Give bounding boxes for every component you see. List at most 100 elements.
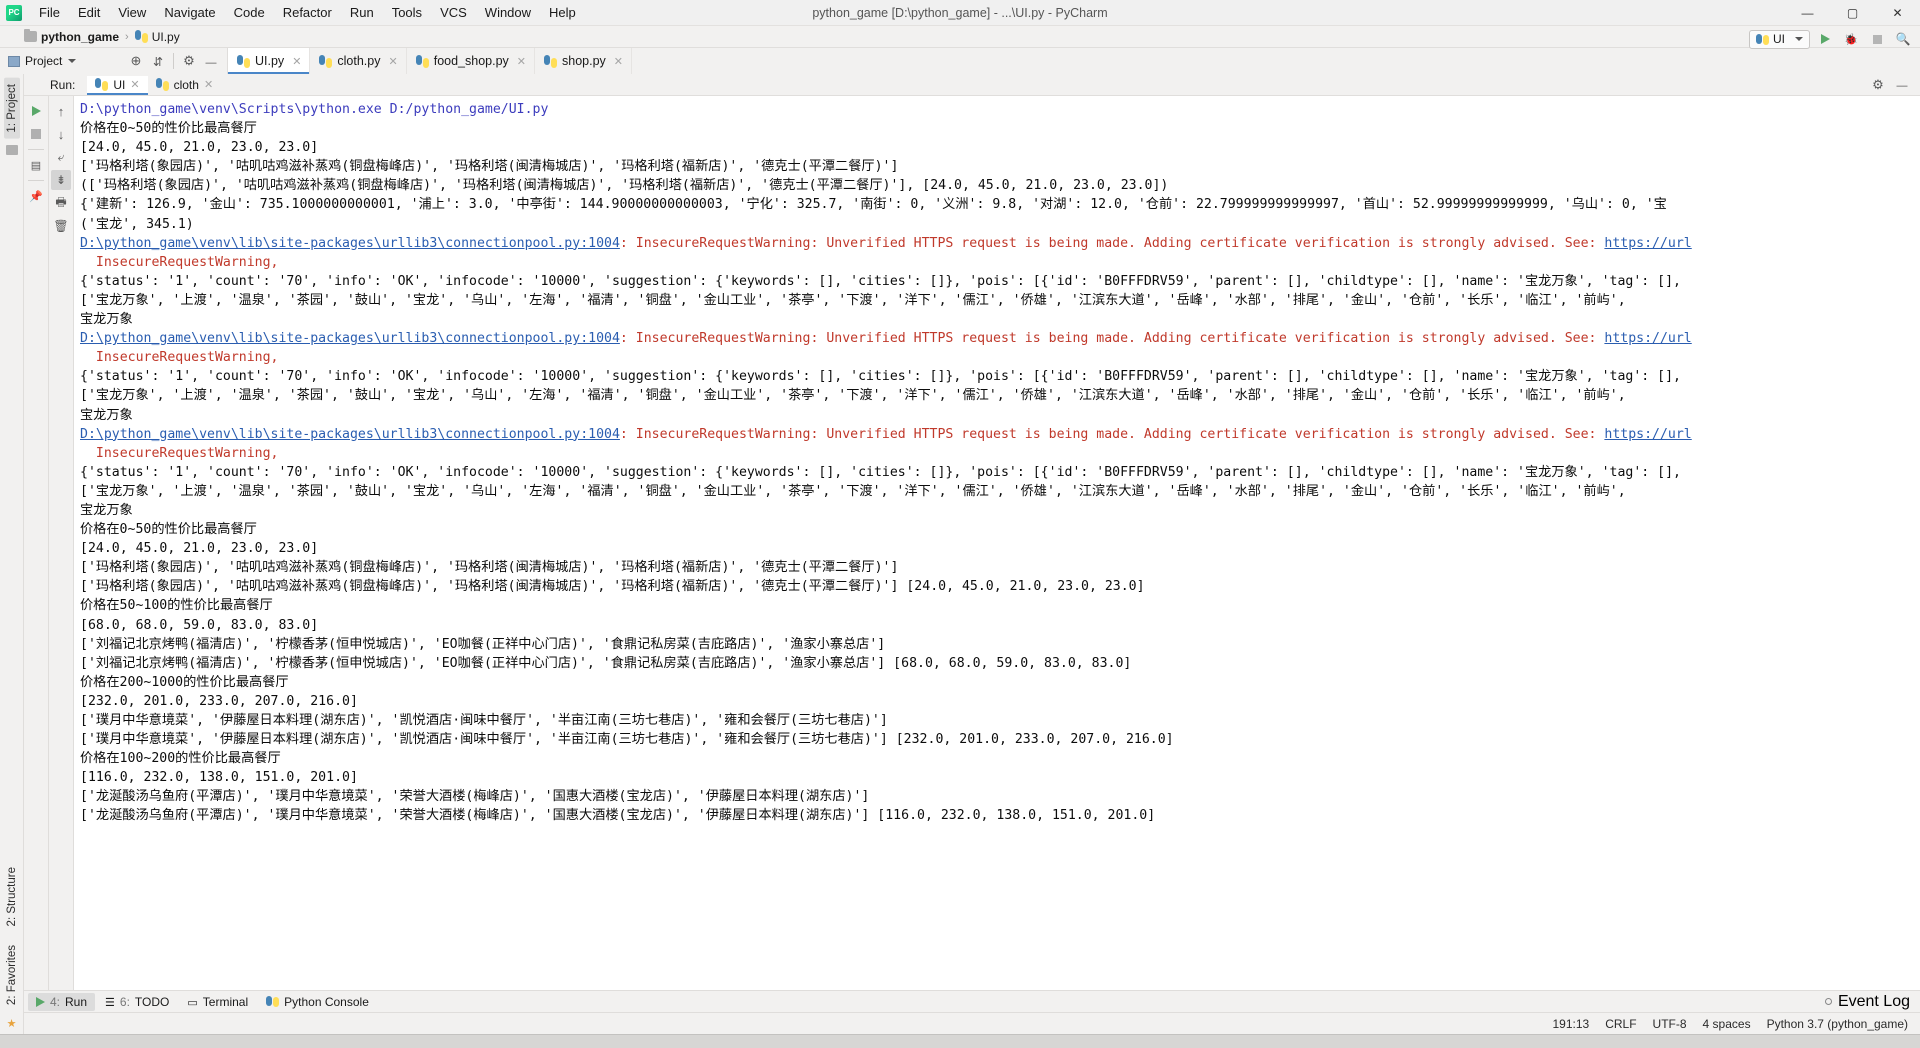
event-log-label[interactable]: Event Log [1838, 993, 1910, 1011]
console-url-link[interactable]: https://url [1604, 331, 1691, 346]
menu-item-file[interactable]: File [30, 2, 69, 23]
menu-bar[interactable]: File Edit View Navigate Code Refactor Ru… [30, 0, 585, 25]
run-control-gutter[interactable]: ▤ 📌 [24, 96, 49, 990]
caret-position[interactable]: 191:13 [1553, 1017, 1590, 1031]
top-right-toolbar[interactable]: UI [1749, 26, 1914, 52]
run-configuration-selector[interactable]: UI [1749, 29, 1810, 49]
run-button[interactable] [1814, 29, 1836, 49]
console-line: D:\python_game\venv\Scripts\python.exe D… [80, 102, 549, 117]
menu-item-edit[interactable]: Edit [69, 2, 109, 23]
close-icon[interactable]: ✕ [130, 78, 139, 91]
collapse-all-button[interactable] [148, 51, 168, 71]
console-file-link[interactable]: D:\python_game\venv\lib\site-packages\ur… [80, 236, 620, 251]
menu-item-help[interactable]: Help [540, 2, 585, 23]
window-controls[interactable]: — ▢ ✕ [1785, 0, 1920, 26]
console-line: InsecureRequestWarning, [80, 445, 279, 461]
search-everywhere-button[interactable] [1892, 29, 1914, 49]
console-line: {'status': '1', 'count': '70', 'info': '… [80, 464, 1681, 480]
chevron-down-icon[interactable] [68, 59, 77, 63]
stop-process-button[interactable] [26, 124, 46, 144]
menu-item-code[interactable]: Code [225, 2, 274, 23]
debug-button[interactable] [1840, 29, 1862, 49]
bottom-tool-bar[interactable]: 4: Run 6: TODO Terminal Python Console [24, 990, 1920, 1012]
console-line: [24.0, 45.0, 21.0, 23.0, 23.0] [80, 140, 319, 156]
stop-icon [31, 129, 41, 139]
sidebar-item-project[interactable]: 1: Project [3, 78, 20, 139]
scroll-to-end-button[interactable]: ⇟ [51, 170, 71, 190]
run-config-python-icon [1756, 33, 1769, 45]
breadcrumb[interactable]: python_game › UI.py [24, 29, 180, 44]
menu-item-view[interactable]: View [109, 2, 155, 23]
project-panel-header: Project [0, 48, 228, 74]
stop-icon [1872, 34, 1882, 44]
close-icon[interactable]: ✕ [614, 55, 623, 68]
status-bar: 191:13 CRLF UTF-8 4 spaces Python 3.7 (p… [24, 1012, 1920, 1034]
console-line: 宝龙万象 [80, 502, 133, 518]
locate-file-button[interactable] [126, 51, 146, 71]
menu-item-navigate[interactable]: Navigate [155, 2, 224, 23]
menu-item-refactor[interactable]: Refactor [274, 2, 341, 23]
bottom-tab-run[interactable]: 4: Run [28, 992, 96, 1011]
project-panel-label[interactable]: Project [25, 54, 62, 68]
console-action-gutter[interactable]: ⇟ [49, 96, 74, 990]
sidebar-item-structure[interactable]: 2: Structure [4, 861, 20, 932]
bottom-tab-todo[interactable]: 6: TODO [97, 993, 177, 1011]
editor-tab-food-shop[interactable]: food_shop.py ✕ [407, 48, 535, 74]
close-icon[interactable]: ✕ [292, 55, 301, 68]
clear-all-button[interactable] [51, 216, 71, 236]
status-bar-right[interactable]: 191:13 CRLF UTF-8 4 spaces Python 3.7 (p… [1553, 1017, 1920, 1031]
bottom-bar-right[interactable]: Event Log [1824, 993, 1920, 1011]
breadcrumb-project[interactable]: python_game [41, 30, 119, 44]
menu-item-run[interactable]: Run [341, 2, 383, 23]
python-interpreter[interactable]: Python 3.7 (python_game) [1767, 1017, 1908, 1031]
hide-run-window-button[interactable] [1892, 75, 1912, 95]
maximize-button[interactable]: ▢ [1830, 0, 1875, 26]
console-url-link[interactable]: https://url [1604, 236, 1691, 251]
left-tool-strip[interactable]: 1: Project 2: Structure 2: Favorites ★ [0, 74, 24, 1034]
minimize-button[interactable]: — [1785, 0, 1830, 26]
menu-item-window[interactable]: Window [476, 2, 540, 23]
print-button[interactable] [51, 193, 71, 213]
project-panel-actions[interactable] [126, 51, 227, 71]
scroll-down-button[interactable] [51, 124, 71, 144]
console-line: 价格在0~50的性价比最高餐厅 [80, 522, 257, 538]
console-file-link[interactable]: D:\python_game\venv\lib\site-packages\ur… [80, 331, 620, 346]
run-tab-ui[interactable]: UI ✕ [87, 75, 148, 95]
project-settings-button[interactable] [179, 51, 199, 71]
console-output[interactable]: D:\python_game\venv\Scripts\python.exe D… [74, 96, 1920, 990]
file-encoding[interactable]: UTF-8 [1653, 1017, 1687, 1031]
stop-button[interactable] [1866, 29, 1888, 49]
run-tab-cloth[interactable]: cloth ✕ [148, 76, 222, 94]
indent-setting[interactable]: 4 spaces [1703, 1017, 1751, 1031]
pin-tab-button[interactable]: 📌 [26, 186, 46, 206]
menu-item-vcs[interactable]: VCS [431, 2, 476, 23]
event-log-icon [1824, 998, 1832, 1005]
sidebar-item-favorites[interactable]: 2: Favorites [4, 939, 20, 1011]
close-icon[interactable]: ✕ [389, 55, 398, 68]
print-icon [55, 193, 66, 214]
left-strip-bottom: 2: Structure 2: Favorites ★ [4, 861, 20, 1030]
bottom-tab-terminal[interactable]: Terminal [179, 993, 256, 1011]
editor-tab-shop[interactable]: shop.py ✕ [535, 48, 632, 74]
console-url-link[interactable]: https://url [1604, 427, 1691, 442]
close-icon[interactable]: ✕ [517, 55, 526, 68]
editor-tab-bar[interactable]: UI.py ✕ cloth.py ✕ food_shop.py ✕ shop.p… [228, 48, 1920, 74]
editor-tab-cloth[interactable]: cloth.py ✕ [310, 48, 407, 74]
run-settings-button[interactable] [1868, 75, 1888, 95]
close-button[interactable]: ✕ [1875, 0, 1920, 26]
line-separator[interactable]: CRLF [1605, 1017, 1636, 1031]
menu-item-tools[interactable]: Tools [383, 2, 431, 23]
console-line: ['璞月中华意境菜', '伊藤屋日本料理(湖东店)', '凯悦酒店·闽味中餐厅'… [80, 732, 1174, 748]
scroll-up-button[interactable] [51, 101, 71, 121]
bottom-tab-python-console[interactable]: Python Console [258, 993, 377, 1011]
console-file-link[interactable]: D:\python_game\venv\lib\site-packages\ur… [80, 427, 620, 442]
run-window-actions[interactable] [1868, 75, 1920, 95]
run-icon [1820, 34, 1830, 44]
breadcrumb-file[interactable]: UI.py [152, 30, 180, 44]
soft-wrap-button[interactable] [51, 147, 71, 167]
hide-panel-button[interactable] [201, 51, 221, 71]
editor-tab-ui[interactable]: UI.py ✕ [228, 48, 311, 74]
close-icon[interactable]: ✕ [204, 78, 213, 91]
show-console-button[interactable]: ▤ [26, 155, 46, 175]
rerun-button[interactable] [26, 101, 46, 121]
